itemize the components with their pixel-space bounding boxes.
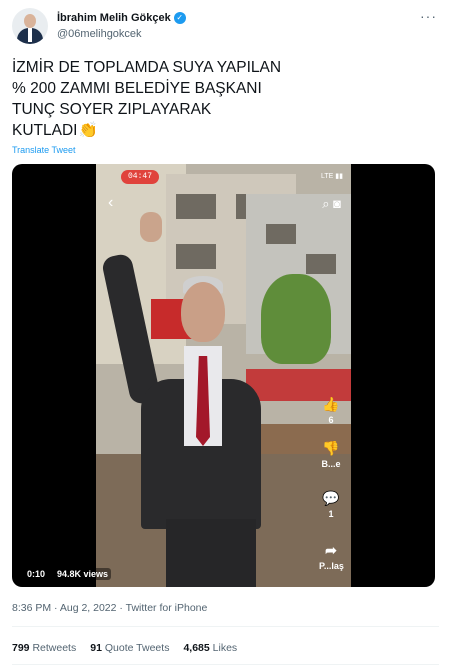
back-arrow-icon: ‹ [108,194,114,211]
window [176,194,216,219]
video-info: 0:10 94.8K views [24,568,112,580]
video-player[interactable]: 04:47 LTE ▮▮ ‹ ⌕ ◙ 👍 6 👎 B...e 💬 1 ➦ P..… [12,164,435,587]
comment-action: 💬 1 [319,490,343,519]
share-icon: ➦ [325,542,337,558]
tweet-text-line: KUTLADI👏 [12,120,342,141]
likes-stat[interactable]: 4,685 Likes [183,642,237,654]
dislike-action: 👎 B...e [319,440,343,469]
avatar[interactable] [12,8,48,44]
tweet-text: İZMİR DE TOPLAMDA SUYA YAPILAN % 200 ZAM… [12,57,342,141]
quote-tweets-label: Quote Tweets [104,642,170,654]
clap-emoji-icon: 👏 [78,122,98,139]
phone-status-bar: LTE ▮▮ [321,173,343,180]
raised-hand [140,212,162,242]
comment-count: 1 [328,509,334,519]
window [266,224,296,244]
window [176,244,216,269]
engagement-stats: 799 Retweets 91 Quote Tweets 4,685 Likes [12,642,237,654]
video-frame: 04:47 LTE ▮▮ ‹ ⌕ ◙ 👍 6 👎 B...e 💬 1 ➦ P..… [96,164,351,587]
tree [261,274,331,364]
share-action: ➦ P...laş [319,542,344,571]
like-count: 6 [328,415,334,425]
verified-badge-icon: ✓ [173,12,186,24]
tweet-timestamp[interactable]: 8:36 PM · Aug 2, 2022 · Twitter for iPho… [12,602,207,614]
window [306,254,336,274]
face [181,282,225,342]
more-options-icon[interactable]: ··· [420,8,437,24]
divider [12,664,439,665]
avatar-shirt [28,28,32,42]
tweet-text-line: TUNÇ SOYER ZIPLAYARAK [12,101,212,118]
avatar-head [24,14,36,28]
dislike-label: B...e [321,459,341,469]
search-camera-icon: ⌕ ◙ [322,196,341,211]
author-name-row[interactable]: İbrahim Melih Gökçek ✓ [57,12,186,24]
video-elapsed: 0:10 [24,568,49,580]
recording-badge: 04:47 [121,170,159,184]
video-views: 94.8K views [54,568,112,580]
divider [12,626,439,627]
quote-tweets-count: 91 [90,642,102,654]
legs [166,519,256,587]
thumbs-down-icon: 👎 [322,440,340,456]
quote-tweets-stat[interactable]: 91 Quote Tweets [90,642,169,654]
like-action: 👍 6 [319,396,343,425]
thumbs-up-icon: 👍 [322,396,340,412]
tweet-text-line: % 200 ZAMMI BELEDİYE BAŞKANI [12,80,262,97]
share-label: P...laş [319,561,344,571]
likes-label: Likes [212,642,238,654]
author-name[interactable]: İbrahim Melih Gökçek [57,12,171,24]
tweet-text-last: KUTLADI [12,122,78,139]
retweets-count: 799 [12,642,30,654]
likes-count: 4,685 [183,642,210,654]
tweet-card: İbrahim Melih Gökçek ✓ @06melihgokcek ··… [0,0,451,669]
translate-tweet-link[interactable]: Translate Tweet [12,145,76,155]
retweets-stat[interactable]: 799 Retweets [12,642,76,654]
tweet-text-line: İZMİR DE TOPLAMDA SUYA YAPILAN [12,59,282,76]
author-handle[interactable]: @06melihgokcek [57,28,142,40]
comment-icon: 💬 [322,490,340,506]
retweets-label: Retweets [32,642,77,654]
